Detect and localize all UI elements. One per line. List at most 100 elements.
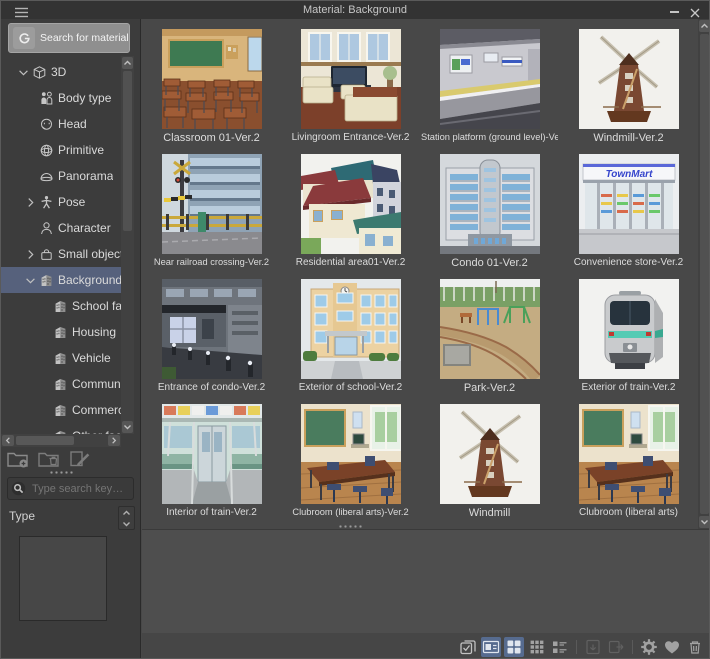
- favorite-button[interactable]: [662, 637, 682, 657]
- delete-material-button[interactable]: [685, 637, 705, 657]
- select-materials-button[interactable]: [458, 637, 478, 657]
- material-thumbnail: [301, 29, 401, 129]
- material-card[interactable]: Convenience store-Ver.2: [559, 154, 698, 279]
- sidebar-item-character[interactable]: Character: [1, 215, 121, 241]
- scroll-up-button[interactable]: [122, 57, 133, 69]
- category-tree: 3D Body type Head Primitive Panorama Pos…: [1, 56, 121, 434]
- trash-icon: [686, 638, 704, 656]
- sidebar-item-body-type[interactable]: Body type: [1, 85, 121, 111]
- scroll-down-button[interactable]: [699, 516, 710, 528]
- sidebar-item-label: Vehicle: [72, 351, 111, 365]
- chevron-down-icon[interactable]: [17, 66, 30, 79]
- building-icon: [53, 403, 68, 418]
- edit-folder-icon[interactable]: [68, 449, 92, 469]
- sidebar-item-background[interactable]: Background: [1, 267, 121, 293]
- sidebar-item-head[interactable]: Head: [1, 111, 121, 137]
- stepper-up-icon[interactable]: [122, 509, 131, 517]
- building-icon: [53, 377, 68, 392]
- scrollbar-thumb[interactable]: [123, 71, 132, 231]
- building-icon: [39, 273, 54, 288]
- scroll-down-button[interactable]: [122, 421, 133, 433]
- sidebar-item-panorama[interactable]: Panorama: [1, 163, 121, 189]
- scroll-left-button[interactable]: [2, 435, 14, 446]
- material-thumbnail: [579, 404, 679, 504]
- material-thumbnail: [579, 154, 679, 254]
- toolbar-divider: [576, 640, 577, 654]
- sidebar-item-3d[interactable]: 3D: [1, 59, 121, 85]
- material-card[interactable]: Windmill: [420, 404, 559, 529]
- sidebar-item-commercial-facility[interactable]: Commercial facility: [1, 397, 121, 423]
- type-stepper[interactable]: [118, 506, 135, 530]
- view-thumbnail-detail-button[interactable]: [481, 637, 501, 657]
- sidebar-item-school-facility[interactable]: School facility: [1, 293, 121, 319]
- scroll-right-button[interactable]: [108, 435, 120, 446]
- material-settings-button[interactable]: [639, 637, 659, 657]
- sidebar-item-vehicle[interactable]: Vehicle: [1, 345, 121, 371]
- material-card[interactable]: Exterior of school-Ver.2: [281, 279, 420, 404]
- gear-icon: [640, 638, 658, 656]
- material-grid: Classroom 01-Ver.2 Livingroom Entrance-V…: [142, 19, 698, 529]
- material-card[interactable]: Clubroom (liberal arts): [559, 404, 698, 529]
- tree-scrollbar[interactable]: [121, 56, 134, 434]
- panel-resize-handle[interactable]: [49, 471, 73, 474]
- primitive-icon: [39, 143, 54, 158]
- material-grid-area: Classroom 01-Ver.2 Livingroom Entrance-V…: [142, 19, 710, 529]
- material-thumbnail: [162, 29, 262, 129]
- delete-folder-icon[interactable]: [37, 449, 61, 469]
- toolbar-divider: [632, 640, 633, 654]
- sidebar-item-label: Panorama: [58, 169, 113, 183]
- bottom-toolbar: [142, 633, 710, 659]
- material-card[interactable]: Windmill-Ver.2: [559, 29, 698, 154]
- sidebar-item-other-facility[interactable]: Other facility: [1, 423, 121, 434]
- thumbnail-detail-icon: [482, 638, 500, 656]
- view-grid-large-button[interactable]: [504, 637, 524, 657]
- material-label: Exterior of train-Ver.2: [582, 382, 676, 393]
- sidebar-item-community-facility[interactable]: Community facility: [1, 371, 121, 397]
- search-assets-button[interactable]: Search for materials on ASSETS: [8, 23, 130, 53]
- view-list-button[interactable]: [550, 637, 570, 657]
- scroll-up-button[interactable]: [699, 20, 710, 32]
- stepper-down-icon[interactable]: [122, 520, 131, 528]
- new-folder-icon[interactable]: [6, 449, 30, 469]
- panel-resize-handle[interactable]: [338, 525, 362, 528]
- material-card[interactable]: Entrance of condo-Ver.2: [142, 279, 281, 404]
- material-thumbnail: [162, 279, 262, 379]
- keyword-search-box[interactable]: [7, 477, 134, 500]
- material-card[interactable]: Classroom 01-Ver.2: [142, 29, 281, 154]
- scrollbar-thumb[interactable]: [700, 34, 709, 514]
- material-card[interactable]: Clubroom (liberal arts)-Ver.2: [281, 404, 420, 529]
- material-thumbnail: [440, 29, 540, 129]
- title-bar[interactable]: Material: Background: [1, 1, 709, 19]
- sidebar-item-housing[interactable]: Housing: [1, 319, 121, 345]
- material-card[interactable]: Exterior of train-Ver.2: [559, 279, 698, 404]
- small-object-icon: [39, 247, 54, 262]
- minimize-button[interactable]: [670, 11, 679, 13]
- material-card[interactable]: Near railroad crossing-Ver.2: [142, 154, 281, 279]
- material-card[interactable]: Station platform (ground level)-Ver.2: [420, 29, 559, 154]
- material-thumbnail: [440, 404, 540, 504]
- material-label: Condo 01-Ver.2: [451, 257, 527, 269]
- view-grid-small-button[interactable]: [527, 637, 547, 657]
- type-preview-box: [19, 536, 107, 621]
- head-icon: [39, 117, 54, 132]
- material-card[interactable]: Park-Ver.2: [420, 279, 559, 404]
- sidebar-item-small-object[interactable]: Small object: [1, 241, 121, 267]
- material-card[interactable]: Residential area01-Ver.2: [281, 154, 420, 279]
- material-label: Residential area01-Ver.2: [296, 257, 406, 268]
- material-card[interactable]: Condo 01-Ver.2: [420, 154, 559, 279]
- sidebar-item-pose[interactable]: Pose: [1, 189, 121, 215]
- paste-material-new-button[interactable]: [606, 637, 626, 657]
- sidebar-item-primitive[interactable]: Primitive: [1, 137, 121, 163]
- chevron-down-icon[interactable]: [24, 274, 37, 287]
- grid-scrollbar[interactable]: [698, 19, 710, 529]
- material-preview-area: [142, 529, 710, 633]
- material-card[interactable]: Livingroom Entrance-Ver.2: [281, 29, 420, 154]
- scrollbar-thumb[interactable]: [16, 436, 74, 445]
- paste-material-button[interactable]: [583, 637, 603, 657]
- keyword-search-input[interactable]: [30, 482, 130, 496]
- chevron-right-icon[interactable]: [24, 248, 37, 261]
- paste-material-icon: [584, 638, 602, 656]
- material-card[interactable]: Interior of train-Ver.2: [142, 404, 281, 529]
- chevron-right-icon[interactable]: [24, 196, 37, 209]
- tree-h-scrollbar[interactable]: [1, 434, 121, 447]
